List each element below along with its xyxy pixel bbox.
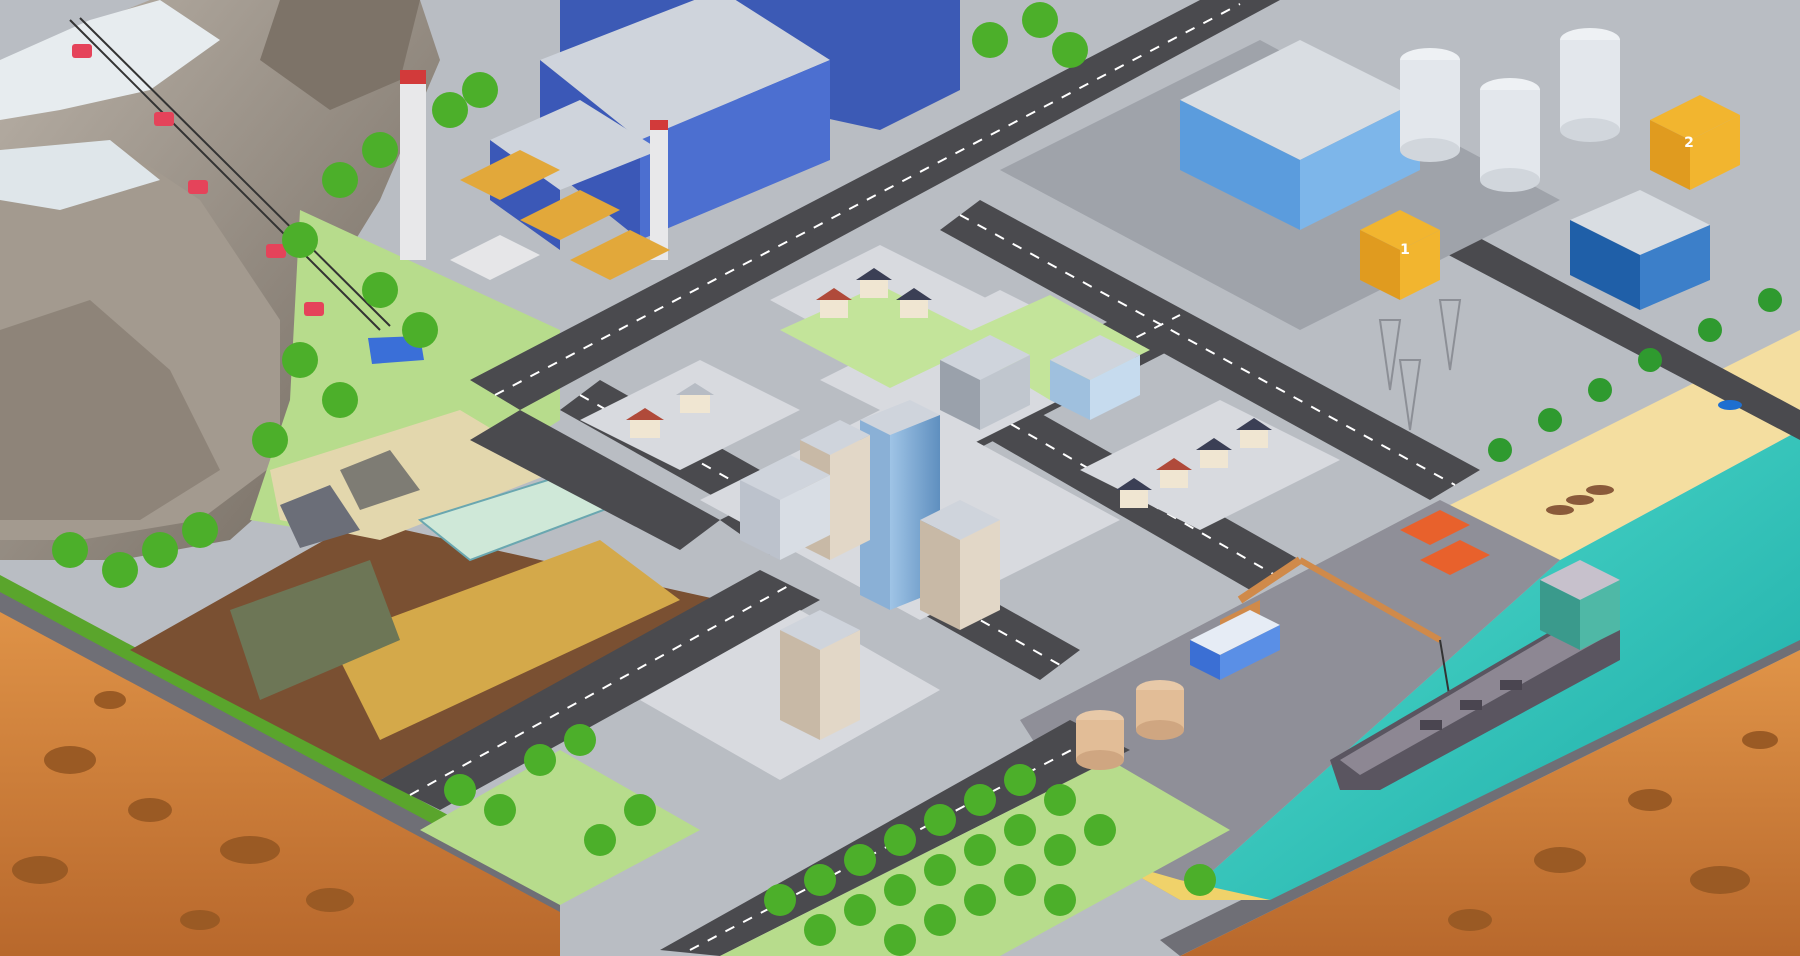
- power-unit-2-label: 2: [1684, 135, 1694, 151]
- isometric-city-scene: 1 2: [0, 0, 1800, 956]
- power-unit-1-label: 1: [1400, 242, 1410, 258]
